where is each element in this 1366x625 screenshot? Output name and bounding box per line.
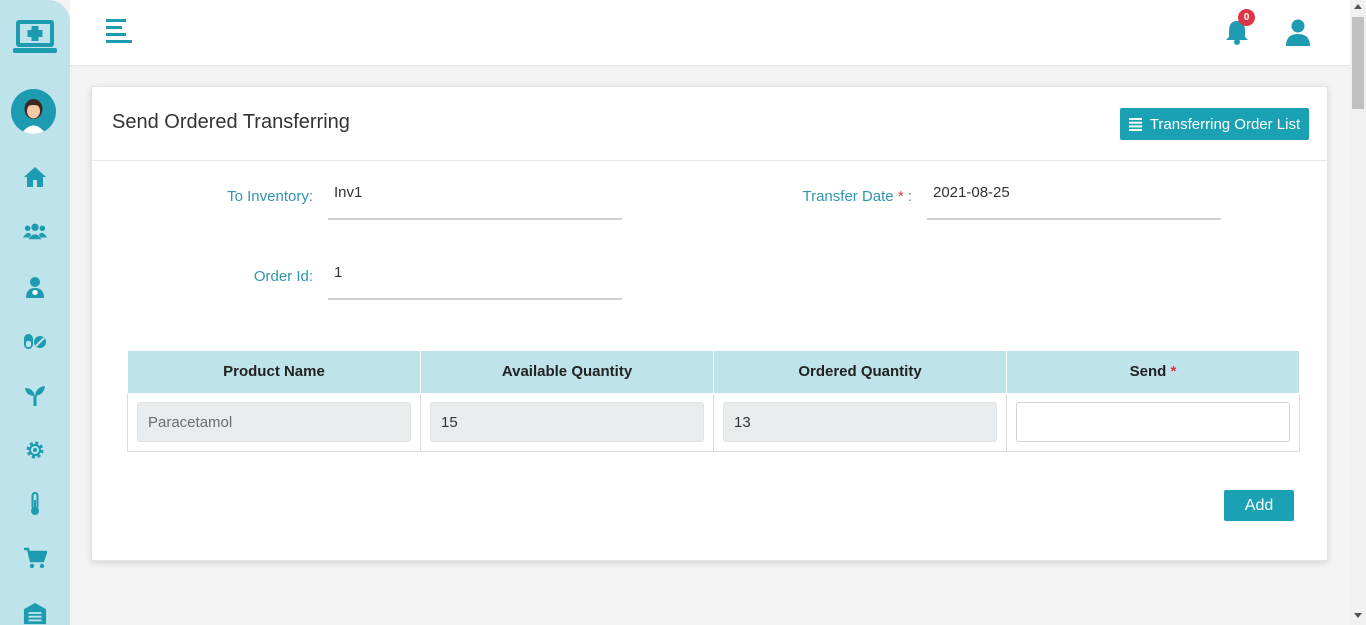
table-row: Paracetamol 15 13 xyxy=(127,392,1300,452)
list-icon xyxy=(1128,117,1142,131)
available-quantity-input[interactable]: 15 xyxy=(430,402,704,442)
transfer-card: Send Ordered Transferring Transferring O… xyxy=(91,86,1328,561)
to-inventory-value: Inv1 xyxy=(334,184,363,201)
header-send: Send * xyxy=(1006,351,1300,394)
products-table: Product Name Available Quantity Ordered … xyxy=(127,351,1300,452)
header-available-quantity: Available Quantity xyxy=(420,351,714,394)
send-cell xyxy=(1006,392,1300,452)
transfer-date-label: Transfer Date * : xyxy=(782,188,912,205)
pills-icon[interactable] xyxy=(23,329,47,353)
top-bar: 0 xyxy=(70,0,1350,66)
page-scrollbar[interactable] xyxy=(1350,0,1366,625)
product-name-cell: Paracetamol xyxy=(127,392,421,452)
transfer-date-field[interactable]: 2021-08-25 xyxy=(927,161,1221,220)
page-title: Send Ordered Transferring xyxy=(112,111,350,133)
notification-badge: 0 xyxy=(1238,9,1255,26)
required-mark: * xyxy=(1170,363,1177,381)
header-ordered-quantity: Ordered Quantity xyxy=(713,351,1007,394)
transferring-order-list-button[interactable]: Transferring Order List xyxy=(1120,108,1309,140)
cart-icon[interactable] xyxy=(23,546,47,570)
scroll-down-arrow-icon[interactable] xyxy=(1354,613,1362,618)
header-send-label: Send xyxy=(1129,363,1167,381)
gear-icon[interactable] xyxy=(23,438,47,462)
send-quantity-input[interactable] xyxy=(1016,402,1290,442)
monitor-medical-logo-icon[interactable] xyxy=(13,18,57,56)
scroll-up-arrow-icon[interactable] xyxy=(1354,4,1362,9)
transfer-date-label-text: Transfer Date xyxy=(802,188,894,205)
order-id-value: 1 xyxy=(334,264,343,281)
ordered-quantity-cell: 13 xyxy=(713,392,1007,452)
avatar[interactable] xyxy=(11,89,56,134)
warehouse-icon[interactable] xyxy=(23,601,47,625)
menu-toggle-icon[interactable] xyxy=(106,19,132,43)
transfer-date-colon: : xyxy=(903,188,912,205)
available-quantity-cell: 15 xyxy=(420,392,714,452)
doctor-icon[interactable] xyxy=(23,275,47,299)
ordered-quantity-input[interactable]: 13 xyxy=(723,402,997,442)
seedling-icon[interactable] xyxy=(23,383,47,407)
product-name-input[interactable]: Paracetamol xyxy=(137,402,411,442)
header-product-name: Product Name xyxy=(127,351,421,394)
sidebar xyxy=(0,0,70,625)
transferring-order-list-label: Transferring Order List xyxy=(1149,115,1301,133)
transfer-date-value: 2021-08-25 xyxy=(933,184,1010,201)
to-inventory-label: To Inventory: xyxy=(227,188,313,205)
thermometer-icon[interactable] xyxy=(23,492,47,516)
card-header: Send Ordered Transferring Transferring O… xyxy=(92,87,1327,161)
user-icon[interactable] xyxy=(1286,19,1310,46)
to-inventory-field[interactable]: Inv1 xyxy=(328,161,622,220)
home-icon[interactable] xyxy=(23,165,47,189)
order-id-field[interactable]: 1 xyxy=(328,241,622,300)
users-icon[interactable] xyxy=(23,219,47,243)
add-button[interactable]: Add xyxy=(1224,490,1294,521)
scroll-thumb[interactable] xyxy=(1352,17,1364,109)
table-header-row: Product Name Available Quantity Ordered … xyxy=(127,351,1300,394)
order-id-label: Order Id: xyxy=(253,268,313,285)
